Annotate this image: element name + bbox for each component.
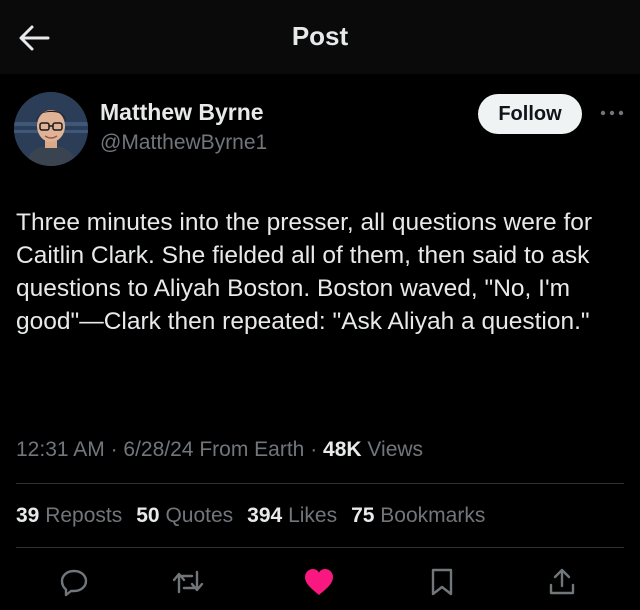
likes-stat[interactable]: 394 Likes <box>247 504 337 527</box>
quotes-label: Quotes <box>165 504 234 527</box>
reply-button[interactable] <box>56 564 92 600</box>
quotes-stat[interactable]: 50 Quotes <box>136 504 233 527</box>
action-bar <box>0 564 640 604</box>
meta-separator: · <box>110 438 124 461</box>
reposts-count: 39 <box>16 504 40 527</box>
divider <box>16 547 624 548</box>
post-meta: 12:31 AM · 6/28/24 From Earth · 48K View… <box>16 436 423 464</box>
more-options-button[interactable] <box>597 103 627 123</box>
reposts-stat[interactable]: 39 Reposts <box>16 504 122 527</box>
share-icon <box>549 568 575 595</box>
page-title: Post <box>291 21 349 51</box>
views-label[interactable]: Views <box>367 438 423 461</box>
follow-button[interactable]: Follow <box>478 94 582 134</box>
more-icon <box>600 110 624 116</box>
avatar[interactable] <box>14 92 88 166</box>
share-button[interactable] <box>544 564 580 600</box>
bookmarks-count: 75 <box>351 504 375 527</box>
likes-count: 394 <box>247 504 283 527</box>
likes-label: Likes <box>288 504 338 527</box>
bookmark-icon <box>431 568 453 596</box>
divider <box>16 483 624 484</box>
bookmarks-label: Bookmarks <box>380 504 486 527</box>
meta-separator: · <box>310 438 324 461</box>
top-bar: Post <box>0 0 640 74</box>
reposts-label: Reposts <box>45 504 123 527</box>
bookmark-button[interactable] <box>424 564 460 600</box>
like-icon <box>305 569 333 595</box>
post-text: Three minutes into the presser, all ques… <box>16 209 593 335</box>
author-handle[interactable]: @MatthewByrne1 <box>100 130 267 156</box>
views-count: 48K <box>323 438 362 461</box>
bookmarks-stat[interactable]: 75 Bookmarks <box>351 504 485 527</box>
like-button[interactable] <box>301 564 337 600</box>
post-source: From Earth <box>199 438 305 461</box>
post-time: 12:31 AM <box>16 438 105 461</box>
engagement-stats: 39 Reposts 50 Quotes 394 Likes 75 Bookmarks <box>16 502 499 530</box>
quotes-count: 50 <box>136 504 160 527</box>
repost-button[interactable] <box>170 564 206 600</box>
reply-icon <box>60 569 88 597</box>
repost-icon <box>172 570 204 594</box>
post-date: 6/28/24 <box>123 438 194 461</box>
author-name[interactable]: Matthew Byrne <box>100 98 264 126</box>
